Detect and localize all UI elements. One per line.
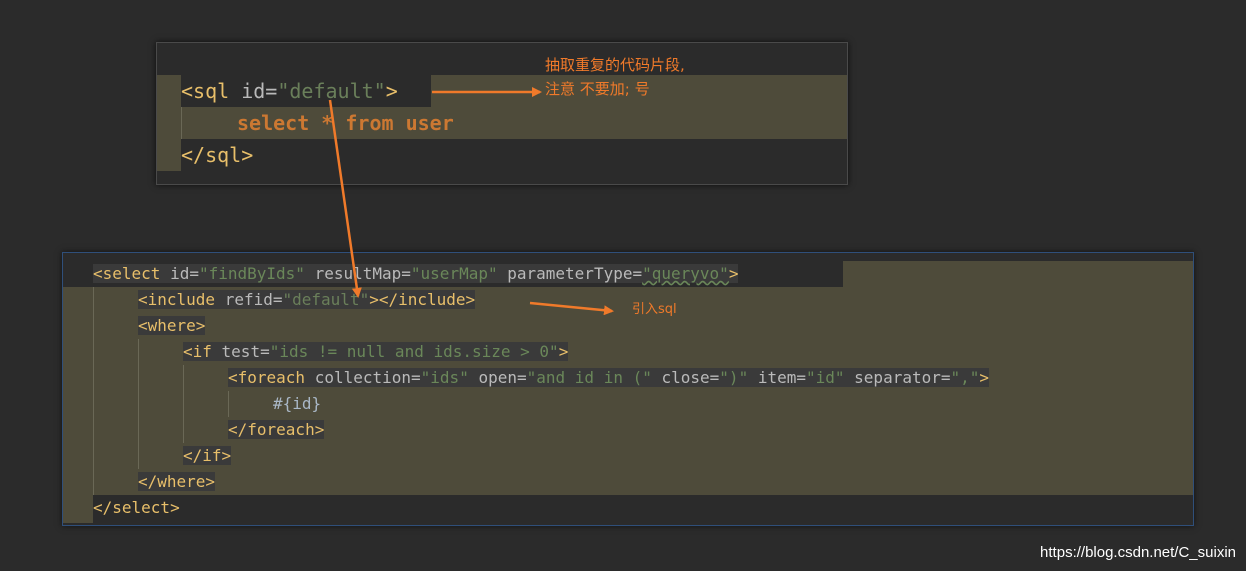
code-line-sql-open[interactable]: <sql id="default"> <box>181 75 398 107</box>
value-collection: "ids" <box>420 368 469 387</box>
code-line-where-close[interactable]: </where> <box>138 469 216 495</box>
indent-guide-3 <box>183 365 184 443</box>
if-tag: <if <box>183 342 212 361</box>
foreach-tag: <foreach <box>228 368 306 387</box>
value-id: "findByIds" <box>198 264 305 283</box>
gutter-highlight <box>157 75 181 171</box>
code-line-sql-close[interactable]: </sql> <box>181 139 253 171</box>
code-line-foreach-close[interactable]: </foreach> <box>228 417 325 443</box>
keyword-from: from <box>345 111 394 135</box>
select-tag: <select <box>93 264 161 283</box>
value-separator: "," <box>950 368 980 387</box>
code-line-include[interactable]: <include refid="default"></include> <box>138 287 476 313</box>
value-open: "and id in (" <box>526 368 652 387</box>
gutter-highlight <box>63 287 93 523</box>
where-close-tag: </where> <box>138 472 216 491</box>
sql-id-attr: id= <box>229 79 278 103</box>
body-highlight <box>93 287 1193 495</box>
include-tag: <include <box>138 290 216 309</box>
indent-guide-1 <box>93 287 94 495</box>
keyword-select: select <box>237 111 310 135</box>
attr-close: close= <box>651 368 720 387</box>
if-tag-close: > <box>558 342 569 361</box>
attr-resultmap: resultMap= <box>304 264 411 283</box>
where-tag: <where> <box>138 316 206 335</box>
value-close: ")" <box>719 368 749 387</box>
code-line-if-open[interactable]: <if test="ids != null and ids.size > 0"> <box>183 339 569 365</box>
select-tag-close: > <box>728 264 739 283</box>
code-line-select-close[interactable]: </select> <box>93 495 180 521</box>
select-statement-panel: <select id="findByIds" resultMap="userMa… <box>62 252 1194 526</box>
select-close-tag: </select> <box>93 498 180 517</box>
code-line-select-open[interactable]: <select id="findByIds" resultMap="userMa… <box>93 261 739 287</box>
value-test: "ids != null and ids.size > 0" <box>269 342 559 361</box>
attr-collection: collection= <box>305 368 421 387</box>
watermark-url: https://blog.csdn.net/C_suixin <box>1040 544 1236 561</box>
annotation-extract-note-line1: 抽取重复的代码片段, <box>545 56 685 74</box>
code-line-select[interactable]: select * from user <box>237 107 454 139</box>
sql-tag: <sql <box>181 79 230 103</box>
code-line-foreach-open[interactable]: <foreach collection="ids" open="and id i… <box>228 365 990 391</box>
sql-snippet-panel: <sql id="default"> select * from user </… <box>156 42 848 185</box>
annotation-include-note: 引入sql <box>632 302 677 317</box>
table-name: user <box>393 111 454 135</box>
indent-guide <box>181 107 182 139</box>
code-line-if-close[interactable]: </if> <box>183 443 232 469</box>
attr-open: open= <box>468 368 527 387</box>
value-resultmap: "userMap" <box>410 264 498 283</box>
attr-item: item= <box>748 368 806 387</box>
attr-id: id= <box>160 264 199 283</box>
indent-guide-4 <box>228 391 229 417</box>
attr-refid: refid= <box>215 290 283 309</box>
sql-id-value: "default" <box>277 79 386 103</box>
select-line-highlight <box>843 261 1193 287</box>
annotation-extract-note-line2: 注意 不要加; 号 <box>545 80 650 98</box>
value-item: "id" <box>806 368 845 387</box>
star: * <box>309 111 346 135</box>
if-close-tag: </if> <box>183 446 232 465</box>
foreach-tag-close: > <box>979 368 990 387</box>
include-tag-close: ></include> <box>369 290 476 309</box>
attr-separator: separator= <box>844 368 951 387</box>
attr-test: test= <box>211 342 270 361</box>
value-parametertype: "queryvo" <box>642 264 729 283</box>
attr-parametertype: parameterType= <box>497 264 643 283</box>
value-refid: "default" <box>282 290 370 309</box>
sql-tag-close: > <box>385 79 398 103</box>
foreach-close-tag: </foreach> <box>228 420 325 439</box>
indent-guide-2 <box>138 339 139 469</box>
code-line-param[interactable]: #{id} <box>273 391 321 417</box>
code-line-where-open[interactable]: <where> <box>138 313 206 339</box>
